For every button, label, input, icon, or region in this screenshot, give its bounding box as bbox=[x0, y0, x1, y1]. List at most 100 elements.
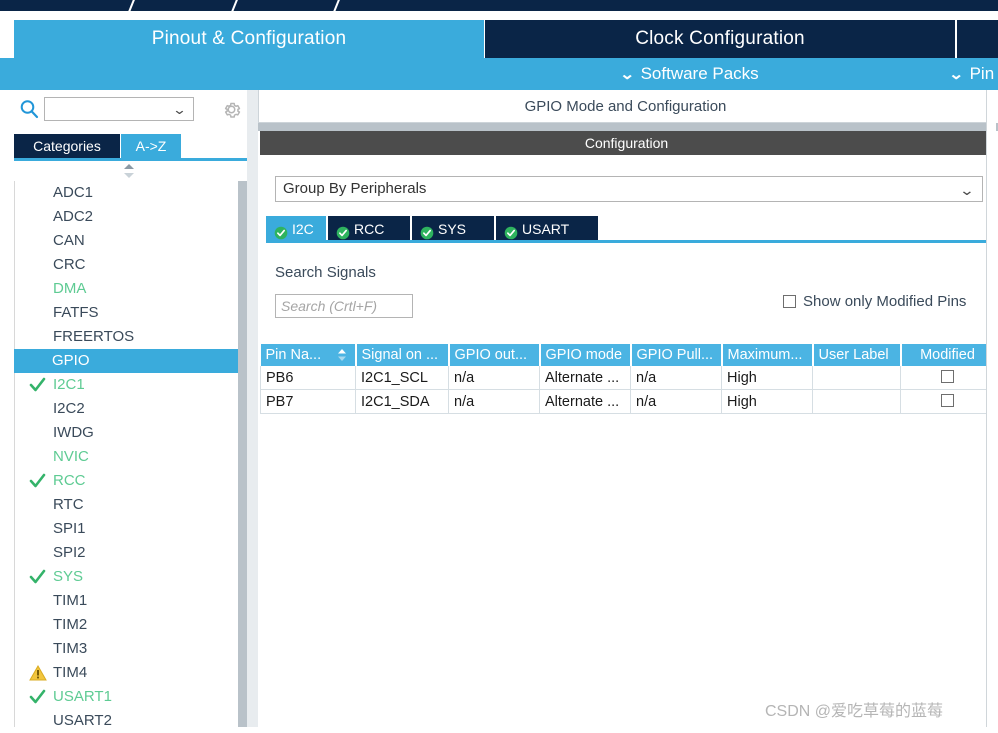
cell-gpio-mode[interactable]: Alternate ... bbox=[539, 389, 631, 414]
peripheral-tab-label: RCC bbox=[354, 221, 385, 237]
sidebar-item-iwdg[interactable]: IWDG bbox=[15, 421, 247, 445]
tab-clock-configuration[interactable]: Clock Configuration bbox=[485, 20, 955, 58]
sidebar-item-gpio[interactable]: GPIO bbox=[14, 349, 247, 373]
column-header-maximum-speed[interactable]: Maximum... bbox=[721, 344, 814, 366]
peripheral-tab-i2c[interactable]: I2C bbox=[266, 216, 328, 242]
column-header-user-label[interactable]: User Label bbox=[812, 344, 902, 366]
cell-signal-on[interactable]: I2C1_SDA bbox=[355, 389, 449, 414]
show-only-modified-pins[interactable]: Show only Modified Pins bbox=[783, 293, 966, 313]
modified-checkbox[interactable] bbox=[940, 369, 954, 383]
cell-signal-on[interactable]: I2C1_SCL bbox=[355, 366, 449, 390]
sidebar-item-can[interactable]: CAN bbox=[15, 229, 247, 253]
cell-modified[interactable] bbox=[900, 389, 994, 414]
tab-pinout-label: Pinout & Configuration bbox=[151, 28, 347, 49]
sidebar-item-freertos[interactable]: FREERTOS bbox=[15, 325, 247, 349]
sidebar-item-label: ADC2 bbox=[53, 208, 94, 225]
table-row[interactable]: PB7 I2C1_SDA n/a Alternate ... n/a High bbox=[260, 389, 994, 414]
column-label: Maximum... bbox=[727, 347, 803, 363]
sidebar-item-rtc[interactable]: RTC bbox=[15, 493, 247, 517]
cell-maximum[interactable]: High bbox=[721, 389, 813, 414]
modified-checkbox[interactable] bbox=[940, 393, 954, 407]
cell-gpio-output[interactable]: n/a bbox=[448, 366, 540, 390]
sidebar-item-nvic[interactable]: NVIC bbox=[15, 445, 247, 469]
check-icon bbox=[29, 685, 47, 709]
chevron-down-icon: ⌄ bbox=[959, 182, 976, 198]
sidebar-item-fatfs[interactable]: FATFS bbox=[15, 301, 247, 325]
sidebar-item-tim4[interactable]: TIM4 bbox=[15, 661, 247, 685]
check-circle-icon bbox=[274, 222, 288, 240]
sidebar-item-rcc[interactable]: RCC bbox=[15, 469, 247, 493]
cell-gpio-mode[interactable]: Alternate ... bbox=[539, 366, 631, 390]
sidebar-tab-categories[interactable]: Categories bbox=[14, 134, 120, 158]
peripheral-tab-rcc[interactable]: RCC bbox=[328, 216, 412, 242]
peripheral-tabs: I2C RCC SYS USART bbox=[266, 216, 993, 242]
column-header-modified[interactable]: Modified bbox=[900, 344, 994, 366]
sidebar-item-spi1[interactable]: SPI1 bbox=[15, 517, 247, 541]
sidebar-item-i2c2[interactable]: I2C2 bbox=[15, 397, 247, 421]
cell-modified[interactable] bbox=[900, 366, 994, 390]
peripheral-list[interactable]: ADC1 ADC2 CAN CRC DMA FATFS FREERTOS GPIO I2C1 I2… bbox=[14, 181, 247, 729]
sidebar-item-tim1[interactable]: TIM1 bbox=[15, 589, 247, 613]
column-header-signal-on[interactable]: Signal on ... bbox=[355, 344, 450, 366]
sidebar-item-tim2[interactable]: TIM2 bbox=[15, 613, 247, 637]
sidebar-item-usart2[interactable]: USART2 bbox=[15, 709, 247, 733]
sidebar-item-spi2[interactable]: SPI2 bbox=[15, 541, 247, 565]
search-signals-input[interactable]: Search (Crtl+F) bbox=[275, 294, 413, 318]
group-by-value: Group By Peripherals bbox=[283, 180, 427, 197]
sidebar-search-input[interactable]: ⌄ bbox=[44, 97, 194, 121]
sidebar-item-i2c1[interactable]: I2C1 bbox=[15, 373, 247, 397]
table-row[interactable]: PB6 I2C1_SCL n/a Alternate ... n/a High bbox=[260, 366, 994, 390]
column-header-gpio-mode[interactable]: GPIO mode bbox=[539, 344, 632, 366]
cell-gpio-pull[interactable]: n/a bbox=[630, 389, 722, 414]
column-header-pin-name[interactable]: Pin Na... bbox=[260, 344, 357, 366]
sidebar-item-adc1[interactable]: ADC1 bbox=[15, 181, 247, 205]
sidebar-item-label: I2C2 bbox=[53, 400, 85, 417]
gear-icon[interactable] bbox=[221, 99, 242, 120]
software-packs-menu[interactable]: ⌄ Software Packs bbox=[619, 58, 758, 90]
cell-gpio-pull[interactable]: n/a bbox=[630, 366, 722, 390]
column-header-gpio-pull[interactable]: GPIO Pull... bbox=[630, 344, 723, 366]
cell-pin-name[interactable]: PB6 bbox=[260, 366, 356, 390]
tab-pinout-configuration[interactable]: Pinout & Configuration bbox=[14, 20, 484, 58]
sidebar-splitter[interactable] bbox=[247, 90, 258, 727]
chevron-down-icon: ⌄ bbox=[172, 102, 187, 117]
show-only-modified-checkbox[interactable] bbox=[783, 295, 796, 308]
sort-indicator-icon bbox=[337, 347, 347, 363]
tab-third-partial[interactable] bbox=[957, 20, 998, 58]
sidebar-item-adc2[interactable]: ADC2 bbox=[15, 205, 247, 229]
cell-pin-name[interactable]: PB7 bbox=[260, 389, 356, 414]
sidebar-item-label: DMA bbox=[53, 280, 87, 297]
group-by-select[interactable]: Group By Peripherals ⌄ bbox=[275, 176, 983, 202]
cell-maximum[interactable]: High bbox=[721, 366, 813, 390]
top-navy-strip bbox=[0, 0, 998, 18]
column-header-gpio-output[interactable]: GPIO out... bbox=[448, 344, 541, 366]
sort-updown-icon[interactable] bbox=[122, 163, 136, 179]
sidebar-tab-a-to-z[interactable]: A->Z bbox=[121, 134, 181, 158]
peripheral-tab-label: I2C bbox=[292, 221, 314, 237]
sidebar-scrollbar[interactable] bbox=[238, 181, 247, 727]
check-circle-icon bbox=[336, 222, 350, 240]
peripheral-tab-label: SYS bbox=[438, 221, 467, 237]
peripheral-tab-usart[interactable]: USART bbox=[496, 216, 600, 242]
cell-user-label[interactable] bbox=[812, 366, 901, 390]
cell-value: I2C1_SDA bbox=[361, 393, 430, 410]
cell-user-label[interactable] bbox=[812, 389, 901, 414]
cell-value: n/a bbox=[636, 393, 657, 410]
sidebar-item-label: SYS bbox=[53, 568, 84, 585]
sidebar-item-label: GPIO bbox=[52, 352, 90, 369]
sidebar-item-usart1[interactable]: USART1 bbox=[15, 685, 247, 709]
peripheral-tab-sys[interactable]: SYS bbox=[412, 216, 496, 242]
panel-gap bbox=[258, 123, 998, 131]
sidebar-item-tim3[interactable]: TIM3 bbox=[15, 637, 247, 661]
sidebar-item-crc[interactable]: CRC bbox=[15, 253, 247, 277]
sidebar-item-label: RTC bbox=[53, 496, 84, 513]
cell-gpio-output[interactable]: n/a bbox=[448, 389, 540, 414]
sidebar-item-dma[interactable]: DMA bbox=[15, 277, 247, 301]
show-only-modified-label: Show only Modified Pins bbox=[803, 293, 967, 310]
main-scrollbar-thumb[interactable] bbox=[988, 90, 996, 210]
sidebar-category-tabs: Categories A->Z bbox=[0, 134, 247, 158]
sidebar-item-label: USART1 bbox=[53, 688, 112, 705]
main-scrollbar[interactable] bbox=[986, 90, 996, 727]
sidebar-item-sys[interactable]: SYS bbox=[15, 565, 247, 589]
pinout-menu[interactable]: ⌄ Pin bbox=[948, 58, 994, 90]
